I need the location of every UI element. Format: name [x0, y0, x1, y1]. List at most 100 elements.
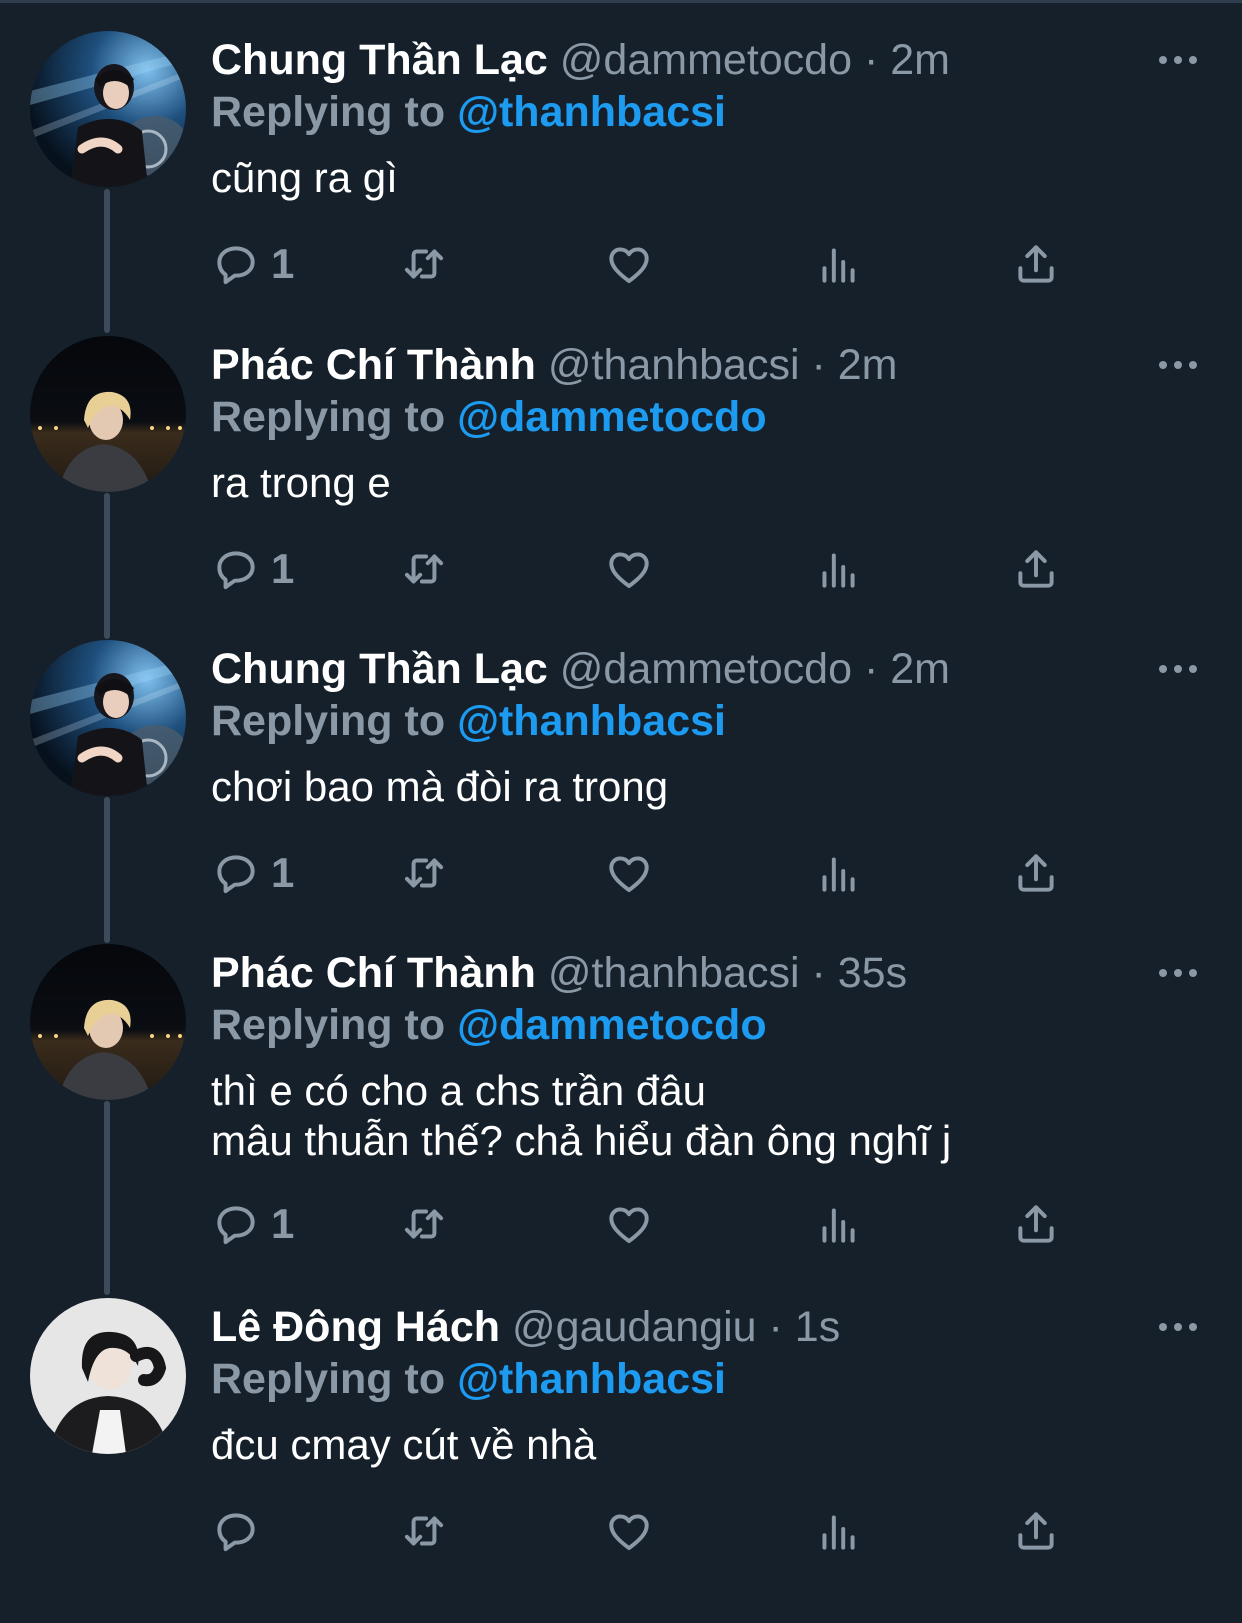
- reply-icon: [211, 1506, 261, 1556]
- replying-to: Replying to @dammetocdo: [211, 1000, 767, 1050]
- thread-connector-line: [104, 189, 110, 333]
- reply-button[interactable]: [211, 1501, 261, 1561]
- avatar[interactable]: [30, 640, 186, 796]
- replying-to: Replying to @thanhbacsi: [211, 87, 726, 137]
- action-bar: 1: [211, 539, 1091, 599]
- reply-button[interactable]: 1: [211, 539, 294, 599]
- tweet-header: Phác Chí Thành @thanhbacsi · 2m: [211, 340, 897, 390]
- retweet-icon: [399, 1506, 449, 1556]
- timestamp[interactable]: 2m: [890, 36, 950, 84]
- like-button[interactable]: [604, 539, 654, 599]
- views-button[interactable]: [813, 1501, 863, 1561]
- mention-link[interactable]: @dammetocdo: [457, 1001, 767, 1049]
- retweet-button[interactable]: [399, 234, 449, 294]
- action-bar: [211, 1501, 1091, 1561]
- replying-to: Replying to @dammetocdo: [211, 392, 767, 442]
- tweet-text-line: chơi bao mà đòi ra trong: [211, 763, 669, 810]
- views-button[interactable]: [813, 234, 863, 294]
- timeline: Chung Thần Lạc @dammetocdo · 2m Replying …: [0, 0, 1242, 1623]
- tweet-text: đcu cmay cút về nhà: [211, 1420, 596, 1470]
- views-icon: [813, 1199, 863, 1249]
- share-button[interactable]: [1011, 1194, 1061, 1254]
- reply-count: 1: [271, 545, 295, 592]
- reply-button[interactable]: 1: [211, 1194, 294, 1254]
- reply-button[interactable]: 1: [211, 843, 294, 903]
- views-button[interactable]: [813, 539, 863, 599]
- share-icon: [1011, 239, 1061, 289]
- retweet-icon: [399, 239, 449, 289]
- like-button[interactable]: [604, 234, 654, 294]
- more-icon[interactable]: [1158, 53, 1198, 67]
- tweet-text-line: ra trong e: [211, 459, 391, 506]
- display-name[interactable]: Chung Thần Lạc: [211, 645, 548, 693]
- action-bar: 1: [211, 234, 1091, 294]
- views-icon: [813, 848, 863, 898]
- tweet-text-line: đcu cmay cút về nhà: [211, 1421, 597, 1468]
- reply-count: 1: [271, 849, 295, 896]
- share-button[interactable]: [1011, 843, 1061, 903]
- like-icon: [604, 848, 654, 898]
- reply-count: 1: [271, 240, 295, 287]
- separator-dot: ·: [863, 36, 879, 84]
- share-icon: [1011, 1199, 1061, 1249]
- more-icon[interactable]: [1158, 966, 1198, 980]
- tweet-text-line: cũng ra gì: [211, 154, 398, 201]
- mention-link[interactable]: @dammetocdo: [457, 393, 767, 441]
- like-icon: [604, 1199, 654, 1249]
- share-button[interactable]: [1011, 234, 1061, 294]
- handle[interactable]: @gaudangiu: [512, 1303, 757, 1351]
- more-icon[interactable]: [1158, 662, 1198, 676]
- handle[interactable]: @dammetocdo: [560, 645, 852, 693]
- replying-to-label: Replying to: [211, 393, 446, 441]
- mention-link[interactable]: @thanhbacsi: [457, 697, 726, 745]
- handle[interactable]: @dammetocdo: [560, 36, 852, 84]
- views-button[interactable]: [813, 843, 863, 903]
- tweet-text: ra trong e: [211, 458, 391, 508]
- views-button[interactable]: [813, 1194, 863, 1254]
- retweet-button[interactable]: [399, 1194, 449, 1254]
- retweet-button[interactable]: [399, 843, 449, 903]
- display-name[interactable]: Phác Chí Thành: [211, 341, 536, 389]
- display-name[interactable]: Lê Đông Hách: [211, 1303, 500, 1351]
- share-button[interactable]: [1011, 539, 1061, 599]
- timestamp[interactable]: 2m: [838, 341, 898, 389]
- separator-dot: ·: [811, 341, 826, 389]
- views-icon: [813, 1506, 863, 1556]
- like-button[interactable]: [604, 1194, 654, 1254]
- avatar[interactable]: [30, 336, 186, 492]
- more-icon[interactable]: [1158, 1320, 1198, 1334]
- display-name[interactable]: Chung Thần Lạc: [211, 36, 548, 84]
- retweet-button[interactable]: [399, 1501, 449, 1561]
- avatar[interactable]: [30, 1298, 186, 1454]
- tweet-header: Phác Chí Thành @thanhbacsi · 35s: [211, 948, 907, 998]
- share-button[interactable]: [1011, 1501, 1061, 1561]
- timestamp[interactable]: 35s: [838, 949, 907, 997]
- share-icon: [1011, 848, 1061, 898]
- like-button[interactable]: [604, 1501, 654, 1561]
- timestamp[interactable]: 2m: [890, 645, 950, 693]
- share-icon: [1011, 1506, 1061, 1556]
- mention-link[interactable]: @thanhbacsi: [457, 1355, 726, 1403]
- replying-to: Replying to @thanhbacsi: [211, 696, 726, 746]
- action-bar: 1: [211, 843, 1091, 903]
- thread-connector-line: [104, 797, 110, 943]
- thread-connector-line: [104, 493, 110, 639]
- mention-link[interactable]: @thanhbacsi: [457, 88, 726, 136]
- separator-dot: ·: [768, 1303, 783, 1351]
- reply-icon: [211, 544, 261, 594]
- views-icon: [813, 239, 863, 289]
- retweet-button[interactable]: [399, 539, 449, 599]
- more-icon[interactable]: [1158, 358, 1198, 372]
- display-name[interactable]: Phác Chí Thành: [211, 949, 536, 997]
- reply-button[interactable]: 1: [211, 234, 294, 294]
- tweet-text-line: mâu thuẫn thế? chả hiểu đàn ông nghĩ j: [211, 1117, 952, 1164]
- tweet-header: Lê Đông Hách @gaudangiu · 1s: [211, 1302, 840, 1352]
- avatar[interactable]: [30, 944, 186, 1100]
- replying-to-label: Replying to: [211, 1001, 446, 1049]
- replying-to-label: Replying to: [211, 1355, 446, 1403]
- timestamp[interactable]: 1s: [795, 1303, 840, 1351]
- handle[interactable]: @thanhbacsi: [548, 341, 800, 389]
- handle[interactable]: @thanhbacsi: [548, 949, 800, 997]
- like-button[interactable]: [604, 843, 654, 903]
- avatar[interactable]: [30, 31, 186, 187]
